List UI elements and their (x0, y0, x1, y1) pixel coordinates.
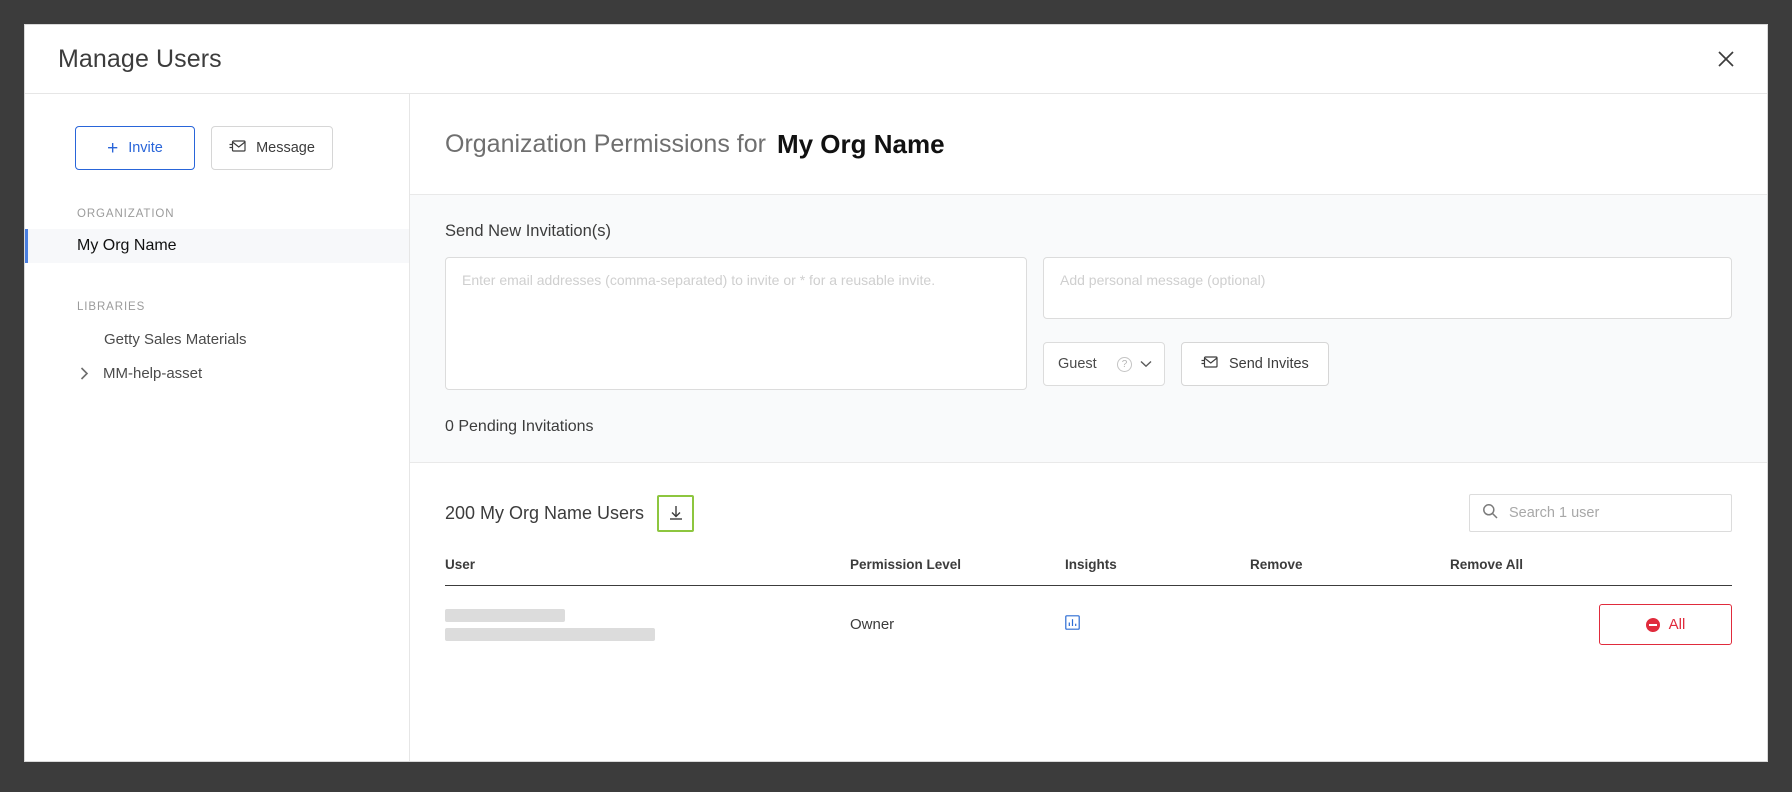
send-invitations-panel: Send New Invitation(s) Guest ? (410, 195, 1767, 463)
modal-body: + Invite Message ORGANIZATION My Org Nam… (25, 94, 1767, 761)
sidebar-actions: + Invite Message (25, 126, 409, 170)
bar-chart-icon[interactable] (1065, 615, 1080, 630)
email-addresses-input[interactable] (445, 257, 1027, 390)
sidebar-item-my-org-name[interactable]: My Org Name (25, 229, 409, 263)
envelope-icon (229, 139, 246, 157)
sidebar-item-label: Getty Sales Materials (104, 330, 247, 348)
search-icon (1482, 503, 1498, 524)
minus-circle-icon (1645, 617, 1660, 632)
sidebar: + Invite Message ORGANIZATION My Org Nam… (25, 94, 410, 761)
close-icon[interactable] (1711, 44, 1741, 74)
role-select[interactable]: Guest ? (1043, 342, 1165, 386)
column-header-remove-all: Remove All (1450, 557, 1732, 586)
message-button[interactable]: Message (211, 126, 333, 170)
heading-prefix: Organization Permissions for (445, 129, 766, 158)
users-table: User Permission Level Insights Remove Re… (445, 557, 1732, 645)
cell-remove (1250, 586, 1450, 646)
column-header-remove: Remove (1250, 557, 1450, 586)
cell-permission-level: Owner (850, 616, 895, 633)
cell-user (445, 586, 850, 646)
users-section: 200 My Org Name Users Search 1 user User… (410, 463, 1767, 761)
pending-invitations-status: 0 Pending Invitations (445, 418, 594, 435)
column-header-insights: Insights (1065, 557, 1250, 586)
sidebar-item-mm-help-asset[interactable]: MM-help-asset (25, 356, 409, 390)
sidebar-item-label: My Org Name (77, 237, 177, 254)
remove-all-label: All (1668, 616, 1686, 633)
screen-backdrop: Manage Users + Invite Message ORGANIZATI… (0, 0, 1792, 792)
user-search[interactable] (1469, 494, 1732, 532)
remove-all-button[interactable]: All (1599, 604, 1732, 645)
sidebar-group-libraries-label: LIBRARIES (77, 301, 146, 313)
column-header-user: User (445, 557, 850, 586)
message-button-label: Message (256, 140, 315, 156)
plus-icon: + (107, 137, 119, 159)
send-invites-button[interactable]: Send Invites (1181, 342, 1329, 386)
question-circle-icon[interactable]: ? (1117, 356, 1132, 372)
invite-button-label: Invite (128, 140, 163, 156)
chevron-right-icon[interactable] (80, 366, 89, 380)
heading-org-name: My Org Name (776, 128, 945, 159)
page-title: Manage Users (58, 44, 222, 73)
invite-button[interactable]: + Invite (75, 126, 195, 170)
sidebar-item-label: MM-help-asset (103, 364, 203, 382)
personal-message-input[interactable] (1043, 257, 1732, 319)
send-invites-label: Send Invites (1229, 356, 1309, 372)
invite-controls-row: Guest ? Send Invites (1043, 342, 1732, 386)
sidebar-item-getty-sales-materials[interactable]: Getty Sales Materials (25, 322, 409, 356)
cell-insights (1065, 586, 1250, 646)
users-count-label: 200 My Org Name Users (445, 502, 645, 523)
chevron-down-icon[interactable] (1140, 355, 1152, 373)
role-select-value: Guest (1058, 356, 1097, 372)
table-header-row: User Permission Level Insights Remove Re… (445, 557, 1732, 586)
panel-title: Send New Invitation(s) (445, 222, 611, 240)
manage-users-modal: Manage Users + Invite Message ORGANIZATI… (24, 24, 1768, 762)
cell-remove-all: All (1450, 586, 1732, 645)
modal-header: Manage Users (25, 25, 1767, 94)
invite-right-column: Guest ? (1043, 257, 1732, 395)
users-toolbar: 200 My Org Name Users (445, 491, 1732, 535)
main-heading: Organization Permissions for My Org Name (410, 94, 1767, 195)
search-input[interactable] (1509, 505, 1719, 521)
redacted-user-name (445, 608, 850, 641)
invite-left-column (445, 257, 1027, 395)
table-row: Owner All (445, 586, 1732, 646)
sidebar-group-organization-label: ORGANIZATION (77, 208, 175, 220)
invite-columns: Guest ? (445, 257, 1732, 395)
envelope-send-icon (1201, 355, 1218, 373)
main-content: Organization Permissions for My Org Name… (410, 94, 1767, 761)
column-header-permission-level: Permission Level (850, 557, 1065, 586)
download-icon[interactable] (657, 494, 695, 532)
